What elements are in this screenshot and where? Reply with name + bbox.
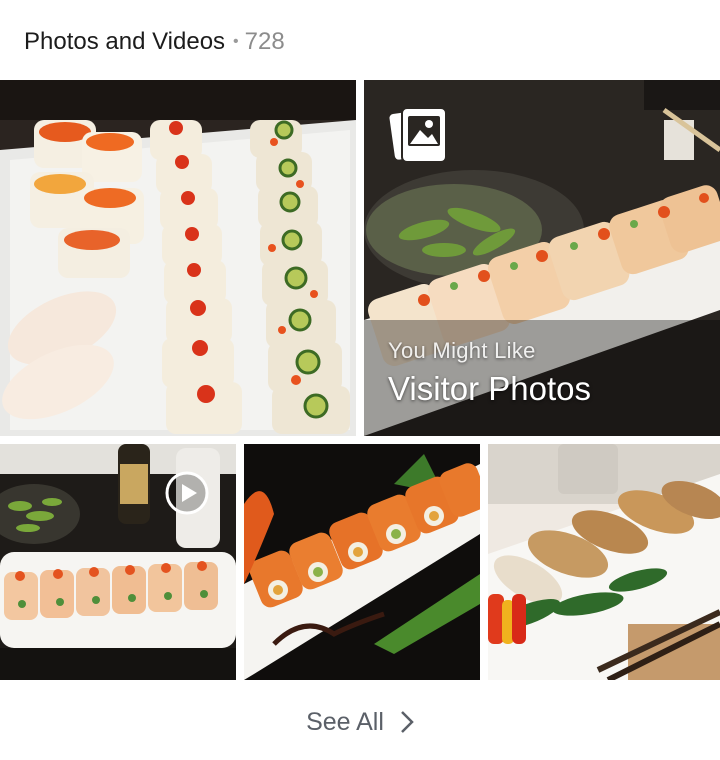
play-icon[interactable] bbox=[164, 470, 210, 516]
see-all-button[interactable]: See All bbox=[0, 700, 720, 744]
overlay-title: Visitor Photos bbox=[388, 370, 591, 407]
photo-tile-tempura-roll[interactable] bbox=[244, 444, 480, 680]
visitor-photos-album-tile[interactable]: You Might Like Visitor Photos bbox=[364, 80, 720, 436]
sushi-platter-image bbox=[0, 80, 356, 436]
media-count: 728 bbox=[244, 28, 285, 55]
gyoza-image bbox=[488, 444, 720, 680]
section-header: Photos and Videos • 728 bbox=[24, 22, 285, 62]
tempura-roll-image bbox=[244, 444, 480, 680]
video-tile-sushi-roll[interactable] bbox=[0, 444, 236, 680]
overlay-subtitle: You Might Like bbox=[388, 338, 536, 363]
photo-tile-sushi-platter[interactable] bbox=[0, 80, 356, 436]
photo-tile-gyoza[interactable] bbox=[488, 444, 720, 680]
section-title: Photos and Videos bbox=[24, 28, 226, 55]
see-all-label: See All bbox=[306, 707, 384, 736]
chevron-right-icon bbox=[400, 710, 414, 734]
photo-album-icon bbox=[389, 107, 447, 163]
separator-dot: • bbox=[233, 33, 239, 50]
